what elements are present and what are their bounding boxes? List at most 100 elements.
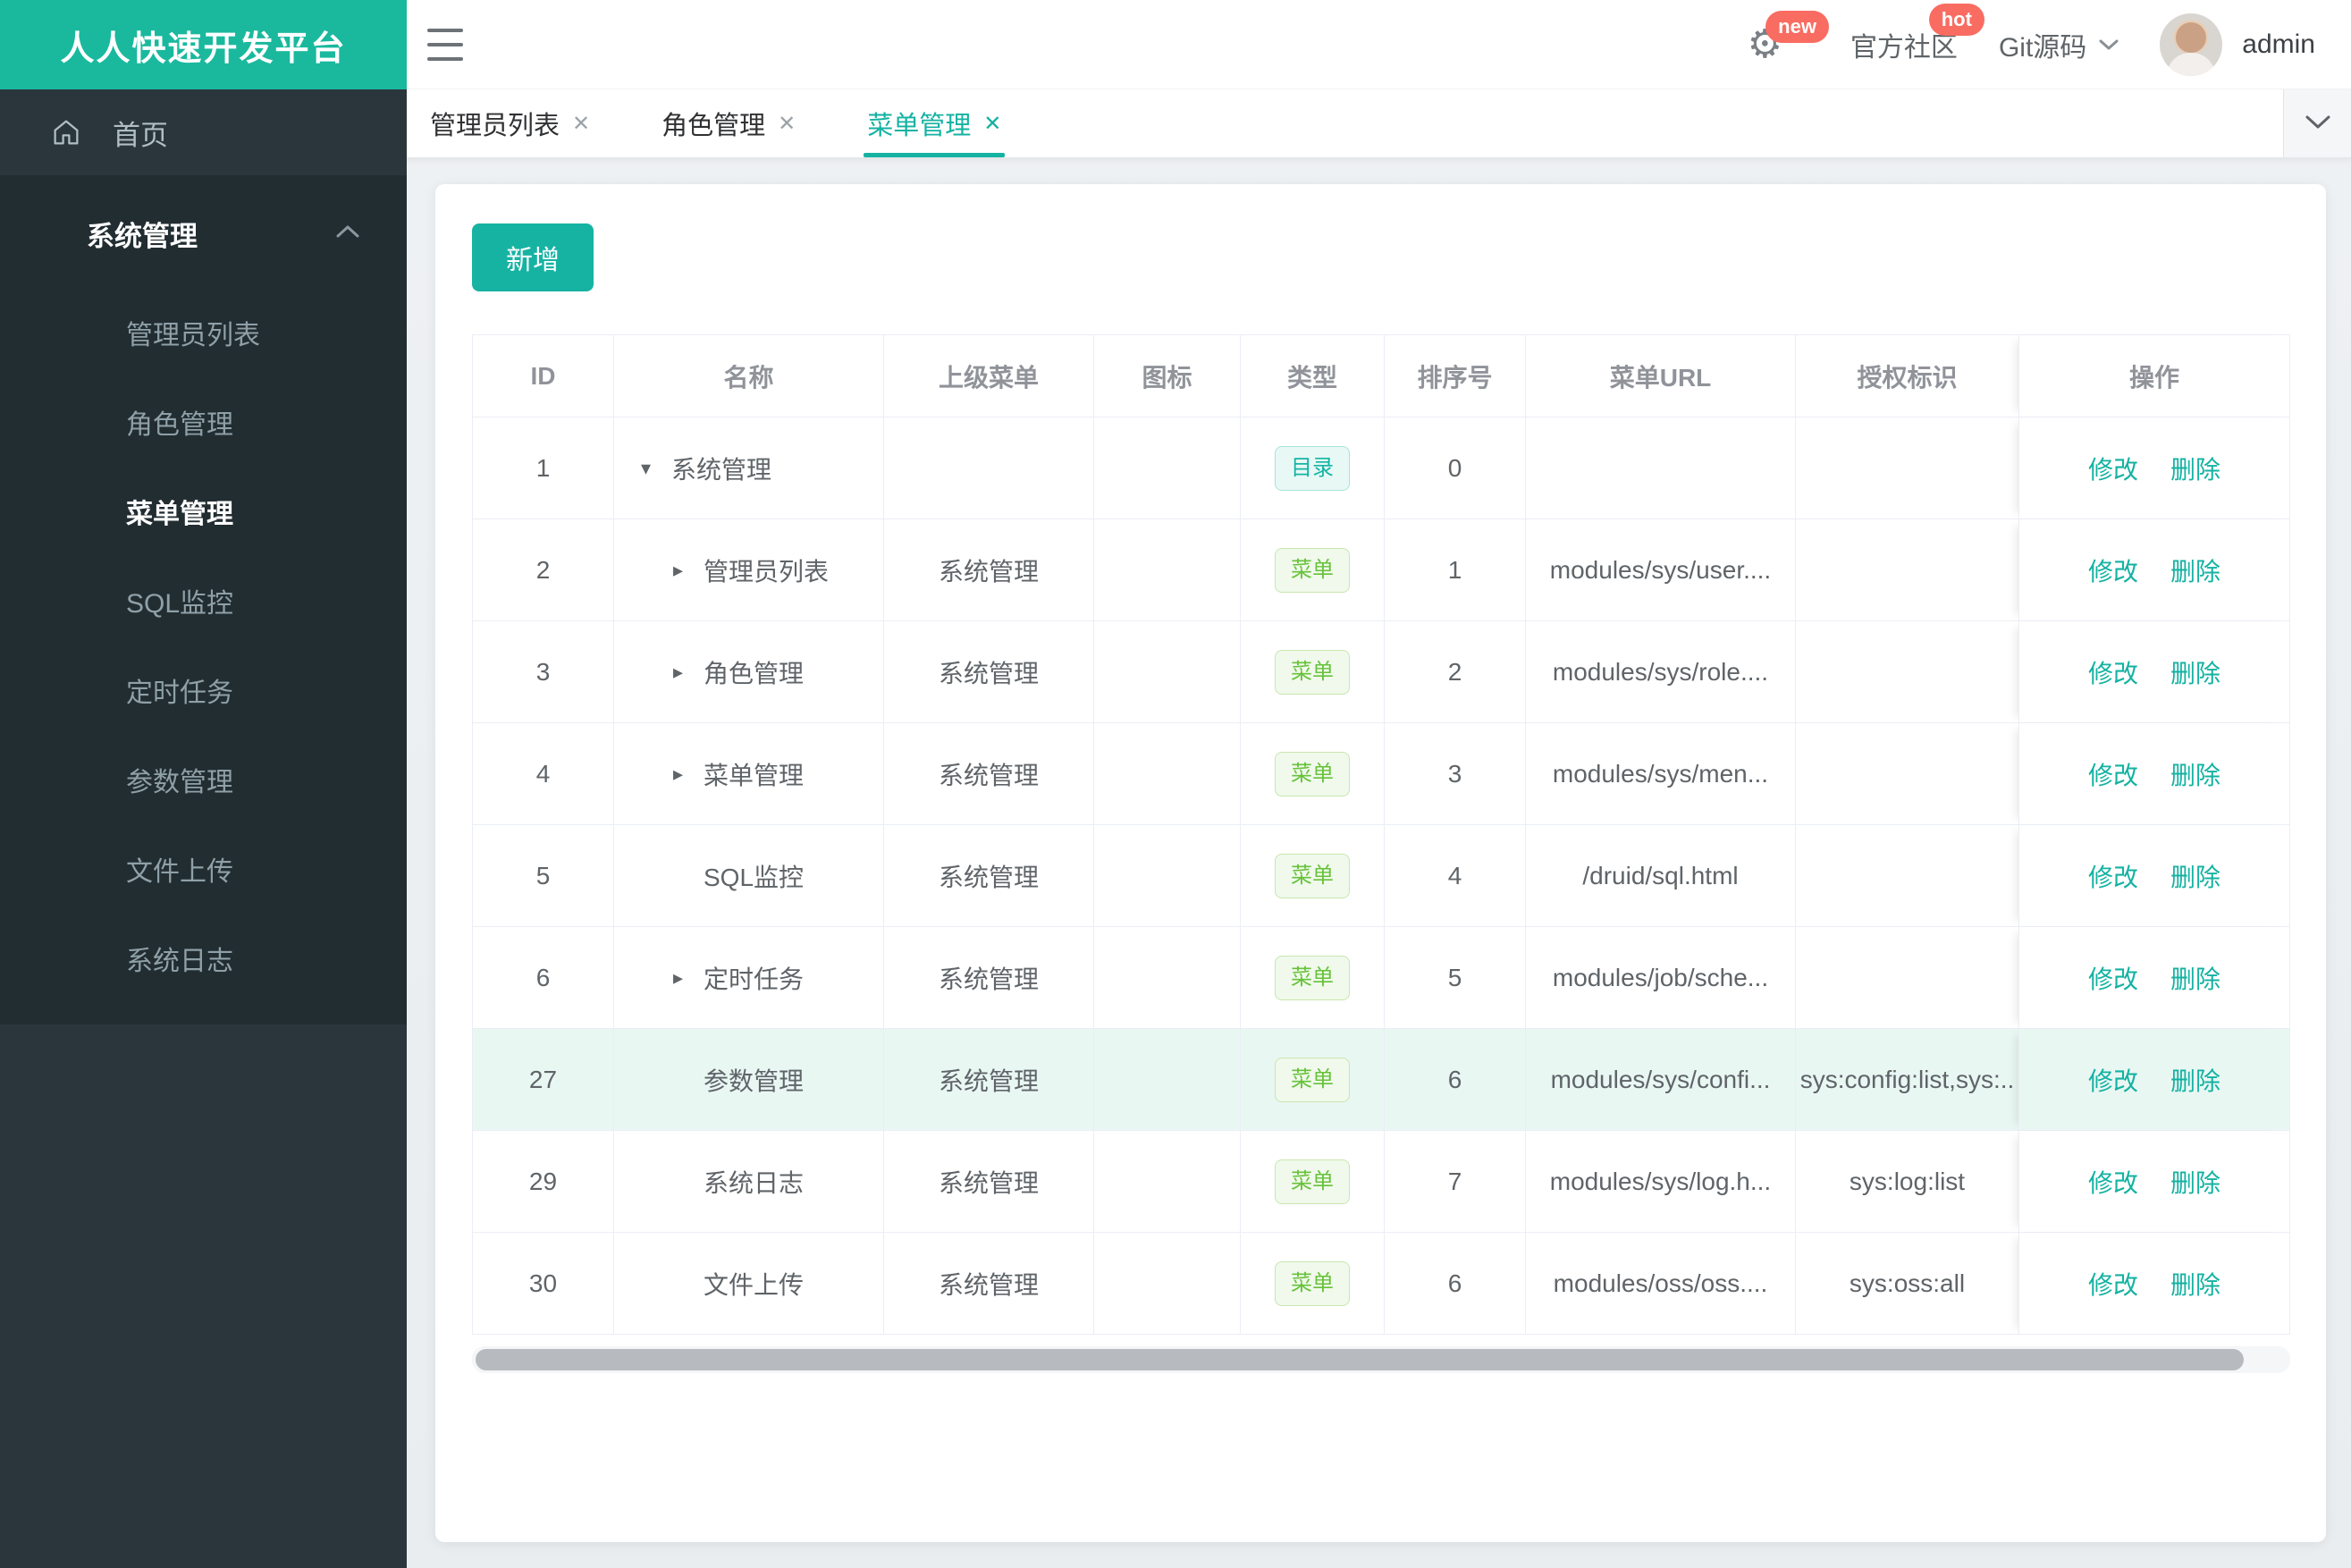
cell-menu-url: modules/sys/confi... <box>1526 1029 1796 1131</box>
avatar <box>2160 13 2223 76</box>
column-header-排序号: 排序号 <box>1385 335 1526 417</box>
delete-link[interactable]: 删除 <box>2170 858 2220 894</box>
edit-link[interactable]: 修改 <box>2088 1062 2138 1098</box>
cell-icon <box>1094 417 1241 519</box>
cell-auth: sys:oss:all <box>1796 1233 2019 1335</box>
git-source-menu[interactable]: Git源码 <box>1999 25 2119 64</box>
type-badge: 菜单 <box>1275 751 1350 797</box>
tree-toggle-icon[interactable]: ▸ <box>673 661 704 684</box>
tree-toggle-icon[interactable]: ▸ <box>673 763 704 786</box>
edit-link[interactable]: 修改 <box>2088 654 2138 690</box>
cell-order: 2 <box>1385 621 1526 723</box>
table-row: 27 参数管理 系统管理 菜单 6 modules/sys/confi... sys:con… <box>473 1029 2290 1131</box>
cell-parent-menu: 系统管理 <box>884 1233 1094 1335</box>
tree-toggle-icon[interactable]: ▸ <box>673 559 704 582</box>
edit-link[interactable]: 修改 <box>2088 858 2138 894</box>
sidebar-item-home[interactable]: 首页 <box>0 89 407 175</box>
table-row: 3 ▸ 角色管理 系统管理 菜单 2 modules/sys/role.... 修改 删除 <box>473 621 2290 723</box>
column-header-名称: 名称 <box>614 335 884 417</box>
table-row: 2 ▸ 管理员列表 系统管理 菜单 1 modules/sys/user.... 修改 删除 <box>473 519 2290 621</box>
sidebar-item-参数管理[interactable]: 参数管理 <box>0 738 407 828</box>
top-header: 人人快速开发平台 ⚙ new 官方社区 hot Git源码 admin <box>0 0 2351 89</box>
delete-link[interactable]: 删除 <box>2170 1164 2220 1200</box>
sidebar-group-label: 系统管理 <box>87 220 198 252</box>
menu-toggle-icon[interactable] <box>427 29 463 61</box>
horizontal-scrollbar-thumb[interactable] <box>476 1349 2244 1370</box>
cell-parent-menu: 系统管理 <box>884 621 1094 723</box>
cell-name: ▸ 角色管理 <box>614 621 884 723</box>
tabs-dropdown-button[interactable] <box>2283 89 2351 157</box>
type-badge: 菜单 <box>1275 1159 1350 1204</box>
sidebar-item-SQL监控[interactable]: SQL监控 <box>0 560 407 649</box>
sidebar-item-定时任务[interactable]: 定时任务 <box>0 649 407 738</box>
cell-type: 菜单 <box>1241 621 1385 723</box>
type-badge: 目录 <box>1275 445 1350 491</box>
edit-link[interactable]: 修改 <box>2088 451 2138 486</box>
close-icon[interactable]: ✕ <box>572 111 590 137</box>
type-badge: 菜单 <box>1275 649 1350 695</box>
edit-link[interactable]: 修改 <box>2088 1164 2138 1200</box>
sidebar-item-管理员列表[interactable]: 管理员列表 <box>0 291 407 381</box>
delete-link[interactable]: 删除 <box>2170 1266 2220 1302</box>
cell-actions: 修改 删除 <box>2018 723 2290 825</box>
edit-link[interactable]: 修改 <box>2088 1266 2138 1302</box>
sidebar-group-header[interactable]: 系统管理 <box>0 175 407 291</box>
cell-name: 系统日志 <box>614 1131 884 1233</box>
tab-label: 角色管理 <box>661 112 766 140</box>
edit-link[interactable]: 修改 <box>2088 960 2138 996</box>
cell-order: 0 <box>1385 417 1526 519</box>
column-header-操作: 操作 <box>2018 335 2290 417</box>
cell-id: 30 <box>473 1233 614 1335</box>
cell-icon <box>1094 1029 1241 1131</box>
cell-order: 4 <box>1385 825 1526 927</box>
cell-menu-url: modules/sys/role.... <box>1526 621 1796 723</box>
cell-name: ▸ 管理员列表 <box>614 519 884 621</box>
close-icon[interactable]: ✕ <box>983 111 1001 137</box>
add-button[interactable]: 新增 <box>472 223 594 291</box>
menu-name: 系统日志 <box>704 1168 805 1197</box>
sidebar-item-文件上传[interactable]: 文件上传 <box>0 828 407 917</box>
home-icon <box>50 116 82 148</box>
menu-name: SQL监控 <box>704 863 805 891</box>
cell-id: 3 <box>473 621 614 723</box>
tree-toggle-icon[interactable]: ▾ <box>641 457 671 480</box>
delete-link[interactable]: 删除 <box>2170 552 2220 588</box>
cell-auth <box>1796 723 2019 825</box>
table-row: 4 ▸ 菜单管理 系统管理 菜单 3 modules/sys/men... 修改 删除 <box>473 723 2290 825</box>
cell-icon <box>1094 927 1241 1029</box>
delete-link[interactable]: 删除 <box>2170 654 2220 690</box>
tab-角色管理[interactable]: 角色管理 ✕ <box>661 89 796 157</box>
content-card: 新增 ID 名称 上级菜单 图标 类型 排序号 菜单URL 授权标识 操作 1 ▾ 系统管理 目录 0 修… <box>435 184 2326 1542</box>
close-icon[interactable]: ✕ <box>778 111 796 137</box>
cell-actions: 修改 删除 <box>2018 1029 2290 1131</box>
community-link[interactable]: 官方社区 hot <box>1850 4 1984 64</box>
tab-菜单管理[interactable]: 菜单管理 ✕ <box>864 89 1006 157</box>
tabs: 管理员列表 ✕ 角色管理 ✕ 菜单管理 ✕ <box>430 89 1073 157</box>
cell-menu-url: modules/sys/log.h... <box>1526 1131 1796 1233</box>
column-header-图标: 图标 <box>1094 335 1241 417</box>
delete-link[interactable]: 删除 <box>2170 960 2220 996</box>
cell-name: ▾ 系统管理 <box>614 417 884 519</box>
chevron-down-icon <box>2099 38 2119 51</box>
settings-button[interactable]: ⚙ new <box>1747 11 1829 64</box>
cell-type: 菜单 <box>1241 519 1385 621</box>
menu-name: 文件上传 <box>704 1270 805 1299</box>
cell-name: ▸ 菜单管理 <box>614 723 884 825</box>
chevron-up-icon <box>335 224 360 243</box>
edit-link[interactable]: 修改 <box>2088 552 2138 588</box>
delete-link[interactable]: 删除 <box>2170 1062 2220 1098</box>
sidebar-item-系统日志[interactable]: 系统日志 <box>0 917 407 1007</box>
cell-menu-url: modules/job/sche... <box>1526 927 1796 1029</box>
delete-link[interactable]: 删除 <box>2170 451 2220 486</box>
edit-link[interactable]: 修改 <box>2088 756 2138 792</box>
horizontal-scrollbar-track[interactable] <box>472 1346 2290 1373</box>
cell-name: SQL监控 <box>614 825 884 927</box>
cell-auth: sys:config:list,sys:.. <box>1796 1029 2019 1131</box>
tree-toggle-icon[interactable]: ▸ <box>673 966 704 990</box>
sidebar-item-角色管理[interactable]: 角色管理 <box>0 381 407 470</box>
delete-link[interactable]: 删除 <box>2170 756 2220 792</box>
tab-bar: 管理员列表 ✕ 角色管理 ✕ 菜单管理 ✕ <box>407 89 2351 158</box>
sidebar-item-菜单管理[interactable]: 菜单管理 <box>0 470 407 560</box>
user-menu[interactable]: admin <box>2160 13 2315 76</box>
tab-管理员列表[interactable]: 管理员列表 ✕ <box>430 89 590 157</box>
